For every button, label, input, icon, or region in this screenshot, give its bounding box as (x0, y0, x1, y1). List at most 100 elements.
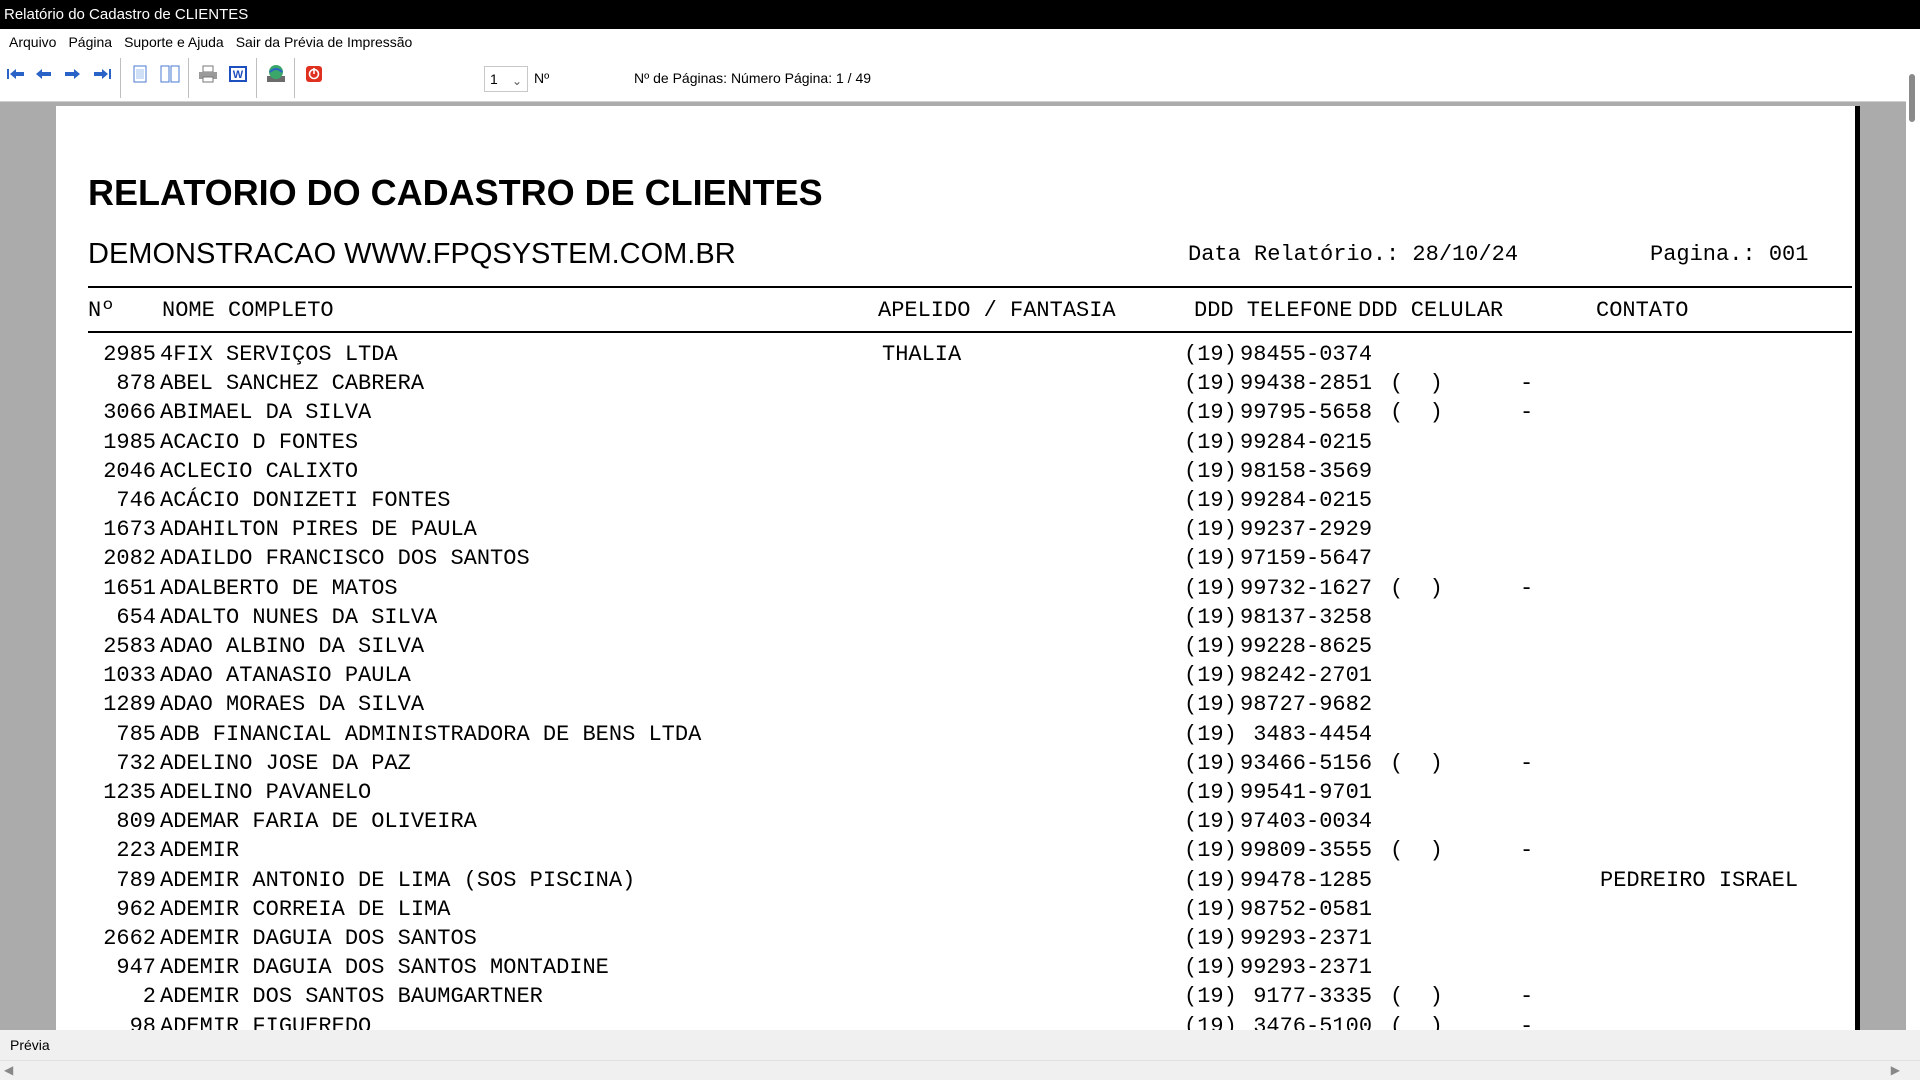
mobile-ddd: ( ) (1390, 750, 1443, 776)
last-page-icon[interactable] (90, 62, 114, 86)
mobile-number: - (1520, 984, 1534, 1010)
col-header-ddd-celular: DDD CELULAR (1358, 298, 1504, 323)
client-number: 2985 (103, 342, 156, 367)
client-number: 785 (116, 721, 156, 747)
client-name: ADEMIR DAGUIA DOS SANTOS MONTADINE (160, 955, 609, 981)
vertical-scrollbar[interactable] (1906, 54, 1920, 1030)
table-row: 1673 ADAHILTON PIRES DE PAULA (19) 99237-29… (56, 517, 1856, 546)
table-row: 654 ADALTO NUNES DA SILVA (19) 98137-3258 (56, 605, 1856, 634)
table-row: 2662 ADEMIR DAGUIA DOS SANTOS (19) 99293-23… (56, 926, 1856, 955)
first-page-icon[interactable] (4, 62, 28, 86)
word-export-icon[interactable]: W (226, 62, 250, 86)
phone-ddd: (19) (1184, 780, 1237, 805)
client-number: 2662 (103, 926, 156, 951)
client-number: 223 (116, 838, 156, 864)
page-number-label: Nº (534, 70, 550, 86)
phone-ddd: (19) (1184, 371, 1237, 397)
phone-ddd: (19) (1184, 809, 1237, 835)
phone-number: 99809-3555 (1240, 838, 1373, 864)
table-row: 789 ADEMIR ANTONIO DE LIMA (SOS PISCINA) (… (56, 868, 1856, 897)
phone-ddd: (19) (1184, 604, 1237, 630)
client-number: 1651 (103, 575, 156, 601)
phone-ddd: (19) (1184, 400, 1237, 426)
report-title: RELATORIO DO CADASTRO DE CLIENTES (88, 172, 823, 213)
mobile-number: - (1520, 400, 1534, 426)
table-row: 962 ADEMIR CORREIA DE LIMA (19) 98752-0581 (56, 897, 1856, 926)
phone-ddd: (19) (1184, 634, 1237, 659)
table-row: 785 ADB FINANCIAL ADMINISTRADORA DE BENS … (56, 722, 1856, 751)
toolbar: W 1 ⌄ Nº Nº de Páginas: Número Página: 1… (0, 54, 1920, 102)
phone-number: 99478-1285 (1240, 867, 1373, 893)
client-name: ACLECIO CALIXTO (160, 458, 359, 484)
client-name: ADALTO NUNES DA SILVA (160, 604, 438, 630)
mobile-number: - (1520, 838, 1534, 864)
table-row: 947 ADEMIR DAGUIA DOS SANTOS MONTADINE (19… (56, 955, 1856, 984)
client-number: 3066 (103, 400, 156, 426)
phone-number: 99438-2851 (1240, 371, 1373, 397)
vertical-scroll-thumb[interactable] (1909, 74, 1915, 122)
phone-number: 98242-2701 (1240, 663, 1373, 689)
client-name: ADAO ALBINO DA SILVA (160, 634, 425, 659)
mobile-ddd: ( ) (1390, 575, 1443, 601)
menu-suporte-ajuda[interactable]: Suporte e Ajuda (119, 34, 231, 50)
close-icon[interactable] (302, 62, 326, 86)
menu-pagina[interactable]: Página (63, 34, 119, 50)
table-row: 746 ACÁCIO DONIZETI FONTES (19) 99284-0215 (56, 488, 1856, 517)
phone-ddd: (19) (1184, 721, 1237, 747)
phone-ddd: (19) (1184, 575, 1237, 601)
prev-page-icon[interactable] (32, 62, 56, 86)
phone-number: 99284-0215 (1240, 429, 1373, 455)
client-number: 878 (116, 371, 156, 397)
client-number: 98 (129, 1013, 156, 1030)
phone-ddd: (19) (1184, 955, 1237, 981)
scroll-left-icon[interactable]: ◀ (4, 1063, 13, 1077)
phone-number: 97403-0034 (1240, 809, 1373, 835)
preview-area[interactable]: RELATORIO DO CADASTRO DE CLIENTES DEMONS… (0, 102, 1906, 1030)
web-export-icon[interactable] (264, 62, 288, 86)
menu-sair-previa[interactable]: Sair da Prévia de Impressão (231, 34, 420, 50)
client-number: 1235 (103, 780, 156, 805)
report-date: Data Relatório.: 28/10/24 (1188, 242, 1519, 267)
client-apelido: THALIA (882, 342, 962, 367)
two-pages-icon[interactable] (158, 62, 182, 86)
phone-ddd: (19) (1184, 517, 1237, 543)
menu-arquivo[interactable]: Arquivo (4, 34, 63, 50)
phone-ddd: (19) (1184, 896, 1237, 922)
next-page-icon[interactable] (60, 62, 84, 86)
client-name: ADEMAR FARIA DE OLIVEIRA (160, 809, 477, 835)
single-page-icon[interactable] (128, 62, 152, 86)
table-row: 1289 ADAO MORAES DA SILVA (19) 98727-9682 (56, 692, 1856, 721)
client-number: 2583 (103, 634, 156, 659)
report-subtitle: DEMONSTRACAO WWW.FPQSYSTEM.COM.BR (88, 238, 736, 270)
horizontal-scrollbar[interactable]: ◀ ▶ (0, 1060, 1920, 1080)
phone-number: 99795-5658 (1240, 400, 1373, 426)
phone-ddd: (19) (1184, 342, 1237, 367)
table-row: 732 ADELINO JOSE DA PAZ (19) 93466-5156 ( ) - (56, 751, 1856, 780)
client-number: 2 (142, 984, 156, 1010)
phone-number: 97159-5647 (1240, 546, 1373, 572)
table-row: 2 ADEMIR DOS SANTOS BAUMGARTNER (19) 9177-… (56, 984, 1856, 1013)
phone-number: 99228-8625 (1240, 634, 1373, 659)
client-name: ADAO ATANASIO PAULA (160, 663, 411, 689)
table-row: 2583 ADAO ALBINO DA SILVA (19) 99228-8625 (56, 634, 1856, 663)
print-icon[interactable] (196, 62, 220, 86)
col-header-num: Nº (88, 298, 115, 323)
client-number: 947 (116, 955, 156, 981)
client-name: ADELINO PAVANELO (160, 780, 372, 805)
phone-ddd: (19) (1184, 458, 1237, 484)
page-number-select[interactable]: 1 ⌄ (484, 66, 528, 92)
scroll-right-icon[interactable]: ▶ (1891, 1063, 1900, 1077)
phone-number: 98158-3569 (1240, 458, 1373, 484)
client-name: ADEMIR DOS SANTOS BAUMGARTNER (160, 984, 543, 1010)
table-row: 2985 4FIX SERVIÇOS LTDA THALIA (19) 98455-03… (56, 342, 1856, 371)
client-name: ACACIO D FONTES (160, 429, 359, 455)
col-header-apelido: APELIDO / FANTASIA (878, 298, 1116, 323)
header-top-rule (88, 286, 1852, 288)
col-header-ddd-telefone: DDD TELEFONE (1194, 298, 1353, 323)
client-name: ADAO MORAES DA SILVA (160, 692, 425, 718)
table-row: 98 ADEMIR FIGUEREDO (19) 3476-5100 ( ) - (56, 1014, 1856, 1030)
client-name: ADEMIR FIGUEREDO (160, 1013, 372, 1030)
phone-ddd: (19) (1184, 984, 1237, 1010)
table-row: 878 ABEL SANCHEZ CABRERA (19) 99438-2851 ( )… (56, 371, 1856, 400)
client-number: 1673 (103, 517, 156, 543)
